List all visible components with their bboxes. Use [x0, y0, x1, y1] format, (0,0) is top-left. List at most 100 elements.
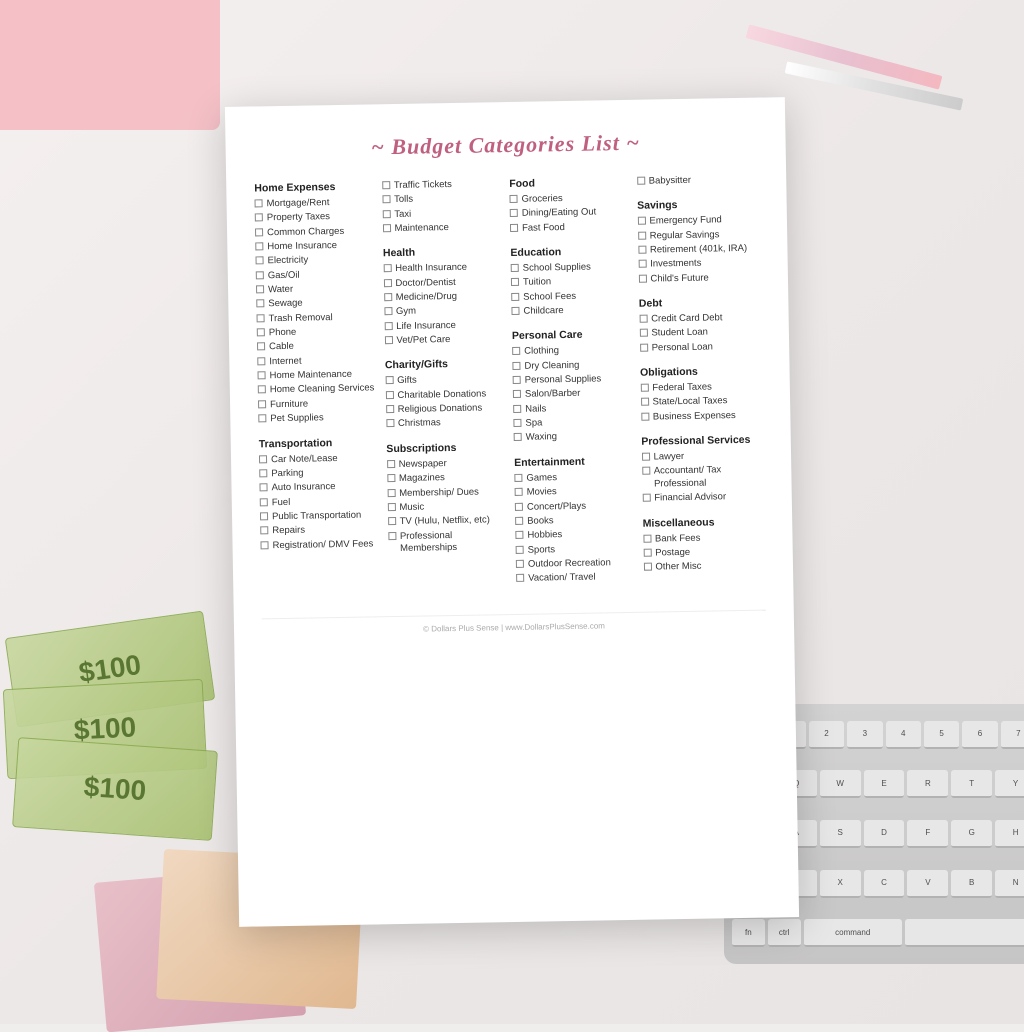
item-label: Clothing [524, 346, 559, 359]
checkbox-icon [257, 357, 265, 365]
item-label: Maintenance [394, 222, 449, 235]
checkbox-icon [513, 405, 521, 413]
section-title-2-1: Education [510, 245, 632, 259]
item-label: Other Misc [655, 561, 701, 574]
checkbox-icon [637, 177, 645, 185]
list-item: Games [514, 471, 636, 485]
section-title-1-2: Charity/Gifts [385, 358, 507, 372]
item-label: Emergency Fund [649, 215, 722, 229]
item-label: Student Loan [651, 327, 708, 340]
pink-box-decoration [0, 0, 220, 130]
list-item: Newspaper [387, 457, 509, 471]
list-item: Business Expenses [641, 409, 763, 423]
list-item: Postage [643, 545, 765, 559]
list-item: Health Insurance [383, 261, 505, 275]
checkbox-icon [387, 474, 395, 482]
item-label: Movies [527, 486, 557, 499]
checkbox-icon [642, 494, 650, 502]
checkbox-icon [387, 503, 395, 511]
item-label: Postage [655, 547, 690, 560]
item-label: Regular Savings [650, 229, 720, 243]
item-label: Babysitter [649, 175, 691, 188]
checkbox-icon [511, 293, 519, 301]
checkbox-icon [387, 460, 395, 468]
section-title-0-1: Transportation [259, 436, 381, 450]
item-label: Home Maintenance [269, 369, 352, 383]
list-item: Mortgage/Rent [254, 196, 376, 210]
bill-3: $100 [12, 737, 218, 841]
checkbox-icon [510, 224, 518, 232]
section-title-3-1: Savings [637, 198, 759, 212]
item-label: Sewage [268, 298, 303, 311]
item-label: Home Insurance [267, 240, 337, 254]
document-footer: © Dollars Plus Sense | www.DollarsPlusSe… [262, 609, 766, 636]
checkbox-icon [511, 264, 519, 272]
list-item: Car Note/Lease [259, 452, 381, 466]
item-label: Concert/Plays [527, 500, 586, 513]
list-item: Movies [515, 485, 637, 499]
list-item: Common Charges [255, 225, 377, 239]
section-title-2-3: Entertainment [514, 455, 636, 469]
list-item: Fast Food [510, 221, 632, 235]
list-item: Lawyer [641, 450, 763, 464]
item-label: Vacation/ Travel [528, 572, 596, 586]
list-item: Regular Savings [638, 228, 760, 242]
section-3-0: Babysitter [637, 174, 759, 190]
item-label: Outdoor Recreation [528, 557, 611, 571]
checkbox-icon [384, 336, 392, 344]
list-item: Student Loan [639, 326, 761, 340]
list-item: Membership/ Dues [387, 486, 509, 500]
list-item: TV (Hulu, Netflix, etc) [388, 514, 510, 528]
item-label: Waxing [526, 432, 558, 445]
item-label: School Fees [523, 291, 576, 304]
list-item: Internet [257, 354, 379, 368]
item-label: Nails [525, 403, 546, 416]
item-label: Tuition [523, 277, 551, 290]
list-item: Electricity [255, 254, 377, 268]
checkbox-icon [388, 532, 396, 540]
item-label: Pet Supplies [270, 412, 324, 425]
item-label: Dining/Eating Out [522, 207, 597, 221]
checkbox-icon [509, 195, 517, 203]
list-item: Other Misc [643, 560, 765, 574]
checkbox-icon [513, 419, 521, 427]
item-label: Medicine/Drug [396, 291, 457, 304]
checkbox-icon [511, 278, 519, 286]
item-label: Personal Supplies [525, 374, 602, 388]
item-label: Traffic Tickets [394, 179, 452, 192]
section-title-3-4: Professional Services [641, 434, 763, 448]
list-item: Sewage [256, 297, 378, 311]
item-label: Electricity [267, 255, 308, 268]
item-label: Registration/ DMV Fees [272, 538, 373, 552]
checkbox-icon [256, 285, 264, 293]
checkbox-icon [258, 386, 266, 394]
item-label: Parking [271, 467, 303, 480]
list-item: Auto Insurance [259, 480, 381, 494]
list-item: School Fees [511, 290, 633, 304]
checkbox-icon [258, 414, 266, 422]
checkbox-icon [258, 400, 266, 408]
item-label: Professional Memberships [400, 529, 510, 556]
list-item: Groceries [509, 192, 631, 206]
checkbox-icon [640, 384, 648, 392]
item-label: Child's Future [650, 272, 709, 285]
checkbox-icon [255, 228, 263, 236]
list-item: Trash Removal [256, 311, 378, 325]
list-item: Tuition [511, 275, 633, 289]
checkbox-icon [514, 433, 522, 441]
item-label: Property Taxes [267, 211, 330, 224]
list-item: Charitable Donations [385, 388, 507, 402]
item-label: Games [526, 472, 557, 485]
checkbox-icon [382, 210, 390, 218]
section-title-3-2: Debt [639, 296, 761, 310]
item-label: Hobbies [527, 529, 562, 542]
checkbox-icon [258, 371, 266, 379]
section-2-2: Personal CareClothingDry CleaningPersona… [512, 328, 636, 447]
section-title-3-3: Obligations [640, 365, 762, 379]
checkbox-icon [513, 376, 521, 384]
item-label: School Supplies [523, 262, 591, 276]
checkbox-icon [383, 264, 391, 272]
checkbox-icon [638, 246, 646, 254]
list-item: Fuel [260, 495, 382, 509]
item-label: Public Transportation [272, 510, 361, 524]
